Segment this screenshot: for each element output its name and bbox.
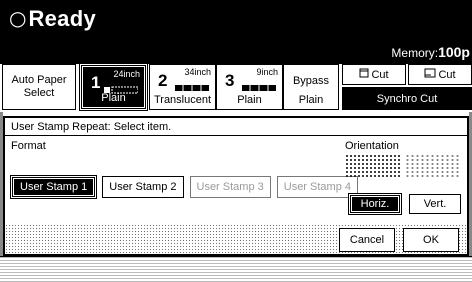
auto-paper-line1: Auto Paper <box>11 74 67 86</box>
memory-indicator: Memory: 100p <box>391 44 470 60</box>
machine-status: ○ Ready <box>9 3 96 35</box>
bottom-frame <box>0 256 472 282</box>
auto-paper-select-button[interactable]: Auto Paper Select <box>2 64 76 110</box>
tray-paper-type: Plain <box>101 92 126 104</box>
paper-selection-row: Auto Paper Select 1 24inch Plain 2 34inc… <box>0 63 472 112</box>
tray-number: 1 <box>91 73 101 92</box>
memory-label: Memory: <box>391 46 439 60</box>
synchro-cut-button[interactable]: Synchro Cut <box>342 87 472 110</box>
status-text: Ready <box>28 6 96 31</box>
cancel-button[interactable]: Cancel <box>339 228 395 252</box>
dialog-footer-pattern <box>5 224 467 254</box>
tray-size: 9inch <box>256 67 278 77</box>
custom-cut-icon <box>424 68 436 81</box>
vertical-pattern-icon <box>405 154 461 178</box>
power-cycle-icon: ○ <box>9 6 27 30</box>
stamp-format-options: User Stamp 1 User Stamp 2 User Stamp 3 U… <box>9 175 358 199</box>
memory-value: 100p <box>438 44 470 60</box>
auto-paper-line2: Select <box>23 87 55 99</box>
tray-paper-type: Plain <box>237 94 262 106</box>
tray-number: 3 <box>225 71 235 90</box>
format-label: Format <box>11 140 46 152</box>
user-stamp-1-button[interactable]: User Stamp 1 <box>9 175 98 199</box>
user-stamp-repeat-dialog: User Stamp Repeat: Select item. Format U… <box>3 116 469 256</box>
bypass-paper-type: Plain <box>298 94 324 106</box>
preset-cut-icon <box>359 68 369 81</box>
tray-size: 24inch <box>113 69 140 79</box>
vertical-orientation-button[interactable]: Vert. <box>409 194 461 214</box>
bypass-tray-button[interactable]: Bypass Plain <box>283 64 339 110</box>
custom-cut-label: Cut <box>438 68 456 81</box>
horizontal-orientation-button[interactable]: Horiz. <box>348 193 402 215</box>
orientation-label: Orientation <box>345 140 399 152</box>
ok-button[interactable]: OK <box>403 228 459 252</box>
user-stamp-2-button[interactable]: User Stamp 2 <box>102 176 184 198</box>
cut-options: Cut Cut Synchro Cut <box>342 64 472 110</box>
horizontal-pattern-icon <box>345 154 401 178</box>
tray-number: 2 <box>158 71 168 90</box>
user-stamp-4-button: User Stamp 4 <box>276 176 358 198</box>
preset-cut-label: Cut <box>371 68 389 81</box>
tray-3-button[interactable]: 3 9inch Plain <box>216 64 283 110</box>
bypass-label: Bypass <box>292 75 330 87</box>
header-bar: ○ Ready Memory: 100p <box>0 0 472 64</box>
tray-paper-type: Translucent <box>153 94 212 106</box>
custom-cut-button[interactable]: Cut <box>408 64 472 85</box>
dialog-prompt: User Stamp Repeat: Select item. <box>5 118 467 136</box>
tray-size: 34inch <box>184 67 211 77</box>
tray-1-button[interactable]: 1 24inch Plain <box>79 63 148 111</box>
user-stamp-3-button: User Stamp 3 <box>189 176 271 198</box>
tray-2-button[interactable]: 2 34inch Translucent <box>149 64 216 110</box>
preset-cut-button[interactable]: Cut <box>342 64 406 85</box>
